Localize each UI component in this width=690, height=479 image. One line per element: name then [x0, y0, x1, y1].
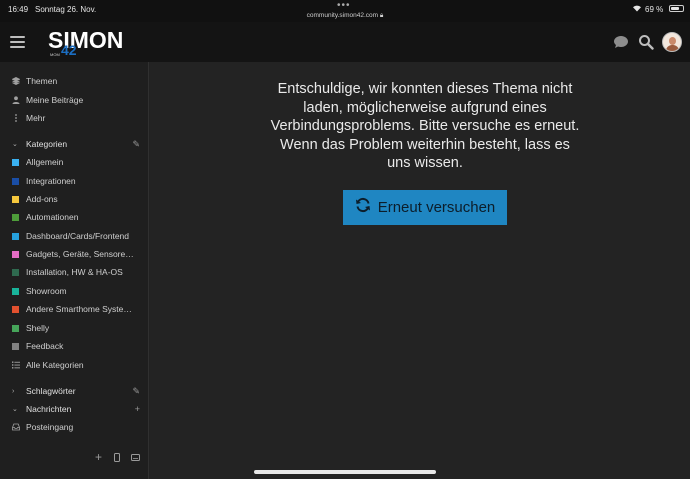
category-add-ons[interactable]: Add-ons — [12, 192, 142, 206]
pencil-icon[interactable]: ✎ — [132, 139, 140, 150]
status-bar: 16:49 Sonntag 26. Nov. ••• community.sim… — [0, 0, 690, 22]
category-label: Automationen — [26, 212, 79, 222]
sidebar: Themen Meine Beiträge Mehr ⌄ Kategorien … — [0, 62, 149, 479]
category-label: Allgemein — [26, 157, 64, 167]
chevron-down-icon: ⌄ — [12, 406, 18, 413]
section-label: Kategorien — [26, 139, 68, 149]
error-message: Entschuldige, wir konnten dieses Thema n… — [270, 81, 580, 171]
mobile-icon[interactable] — [114, 453, 120, 465]
battery-icon — [669, 5, 684, 12]
refresh-icon — [355, 197, 371, 218]
layers-icon — [12, 77, 20, 85]
category-installation[interactable]: Installation, HW & HA-OS — [12, 265, 142, 279]
category-label: Showroom — [26, 286, 67, 296]
plus-icon[interactable]: + — [95, 450, 102, 464]
category-label: Shelly — [26, 323, 50, 333]
sidebar-item-label: Mehr — [26, 113, 46, 123]
list-icon — [12, 361, 20, 369]
category-dashboard[interactable]: Dashboard/Cards/Frontend — [12, 229, 142, 243]
category-color-swatch — [12, 342, 19, 350]
sidebar-item-themen[interactable]: Themen — [12, 74, 142, 88]
keyboard-icon[interactable] — [131, 453, 140, 464]
category-label: Installation, HW & HA-OS — [26, 267, 123, 277]
sidebar-item-label: Posteingang — [26, 422, 74, 432]
category-label: Integrationen — [26, 176, 76, 186]
site-header: SIMON 42 MOM — [0, 22, 690, 62]
category-shelly[interactable]: Shelly — [12, 321, 142, 335]
url-bar[interactable]: community.simon42.com 🔒︎ — [0, 12, 690, 20]
category-label: Andere Smarthome Syste… — [26, 304, 132, 314]
section-nachrichten[interactable]: ⌄ Nachrichten + — [12, 402, 140, 416]
sidebar-footer: + — [0, 450, 148, 467]
retry-button[interactable]: Erneut versuchen — [343, 190, 507, 225]
category-feedback[interactable]: Feedback — [12, 339, 142, 353]
category-color-swatch — [12, 177, 19, 185]
category-gadgets[interactable]: Gadgets, Geräte, Sensore… — [12, 247, 142, 261]
hamburger-icon[interactable] — [10, 36, 25, 48]
sidebar-item-label: Alle Kategorien — [26, 360, 84, 370]
sidebar-item-label: Meine Beiträge — [26, 95, 84, 105]
inbox-icon — [12, 423, 20, 431]
battery-percent: 69 % — [645, 5, 664, 14]
logo-number: 42 — [61, 42, 77, 58]
category-color-swatch — [12, 268, 19, 276]
wifi-icon — [632, 4, 642, 14]
sidebar-item-mehr[interactable]: Mehr — [12, 111, 142, 125]
plus-icon[interactable]: + — [135, 404, 140, 414]
category-allgemein[interactable]: Allgemein — [12, 155, 142, 169]
avatar[interactable] — [662, 32, 682, 52]
more-vertical-icon — [12, 114, 20, 122]
category-color-swatch — [12, 287, 19, 295]
section-schlagwoerter[interactable]: › Schlagwörter ✎ — [12, 384, 140, 398]
category-color-swatch — [12, 232, 19, 240]
category-showroom[interactable]: Showroom — [12, 284, 142, 298]
category-color-swatch — [12, 324, 19, 332]
category-label: Dashboard/Cards/Frontend — [26, 231, 130, 241]
section-label: Schlagwörter — [26, 386, 76, 396]
logo-text: SIMON — [48, 27, 124, 53]
sidebar-item-posteingang[interactable]: Posteingang — [12, 420, 142, 434]
user-icon — [12, 96, 20, 104]
chat-icon[interactable] — [613, 34, 629, 50]
category-integrationen[interactable]: Integrationen — [12, 174, 142, 188]
category-color-swatch — [12, 305, 19, 313]
category-label: Add-ons — [26, 194, 58, 204]
sidebar-item-alle-kategorien[interactable]: Alle Kategorien — [12, 358, 142, 372]
logo-sub: MOM — [50, 52, 60, 57]
category-color-swatch — [12, 213, 19, 221]
url-text: community.simon42.com — [306, 12, 379, 19]
lock-icon: 🔒︎ — [379, 12, 384, 19]
sidebar-item-label: Themen — [26, 76, 58, 86]
sidebar-item-meine-beitraege[interactable]: Meine Beiträge — [12, 93, 142, 107]
category-andere-smarthome[interactable]: Andere Smarthome Syste… — [12, 302, 142, 316]
retry-label: Erneut versuchen — [377, 199, 496, 216]
main-content: Entschuldige, wir konnten dieses Thema n… — [150, 62, 690, 479]
section-kategorien[interactable]: ⌄ Kategorien ✎ — [12, 137, 140, 151]
chevron-down-icon: ⌄ — [12, 141, 18, 148]
category-color-swatch — [12, 250, 19, 258]
more-dots-icon[interactable]: ••• — [337, 0, 351, 11]
home-indicator[interactable] — [254, 470, 436, 474]
section-label: Nachrichten — [26, 404, 72, 414]
category-automationen[interactable]: Automationen — [12, 210, 142, 224]
search-icon[interactable] — [638, 34, 654, 50]
category-color-swatch — [12, 158, 19, 166]
category-label: Gadgets, Geräte, Sensore… — [26, 249, 134, 259]
chevron-right-icon: › — [12, 387, 15, 395]
category-label: Feedback — [26, 341, 64, 351]
pencil-icon[interactable]: ✎ — [132, 386, 140, 397]
category-color-swatch — [12, 195, 19, 203]
